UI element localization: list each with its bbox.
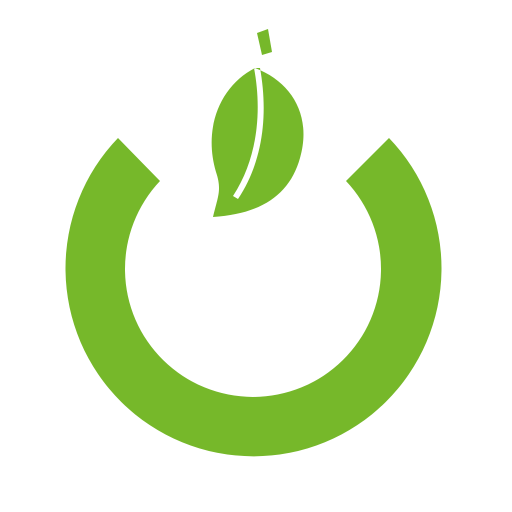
leaf-shape xyxy=(211,68,304,217)
leaf-stem xyxy=(257,29,272,55)
app-icon-canvas xyxy=(0,0,512,512)
leaf-power-icon xyxy=(65,29,442,457)
